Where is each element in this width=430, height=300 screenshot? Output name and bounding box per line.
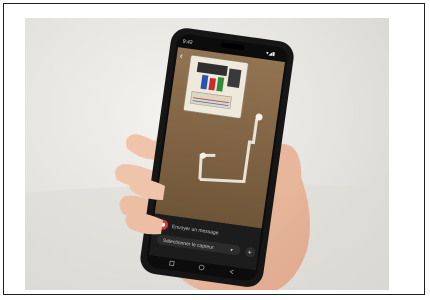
photo: 9:42 ▾◢▮ ‹ Envoyer un message Sélectionn…: [25, 18, 389, 290]
image-frame: 9:42 ▾◢▮ ‹ Envoyer un message Sélectionn…: [3, 3, 425, 295]
breadboard: [183, 54, 249, 119]
photo-illustration: 9:42 ▾◢▮ ‹ Envoyer un message Sélectionn…: [25, 28, 389, 290]
